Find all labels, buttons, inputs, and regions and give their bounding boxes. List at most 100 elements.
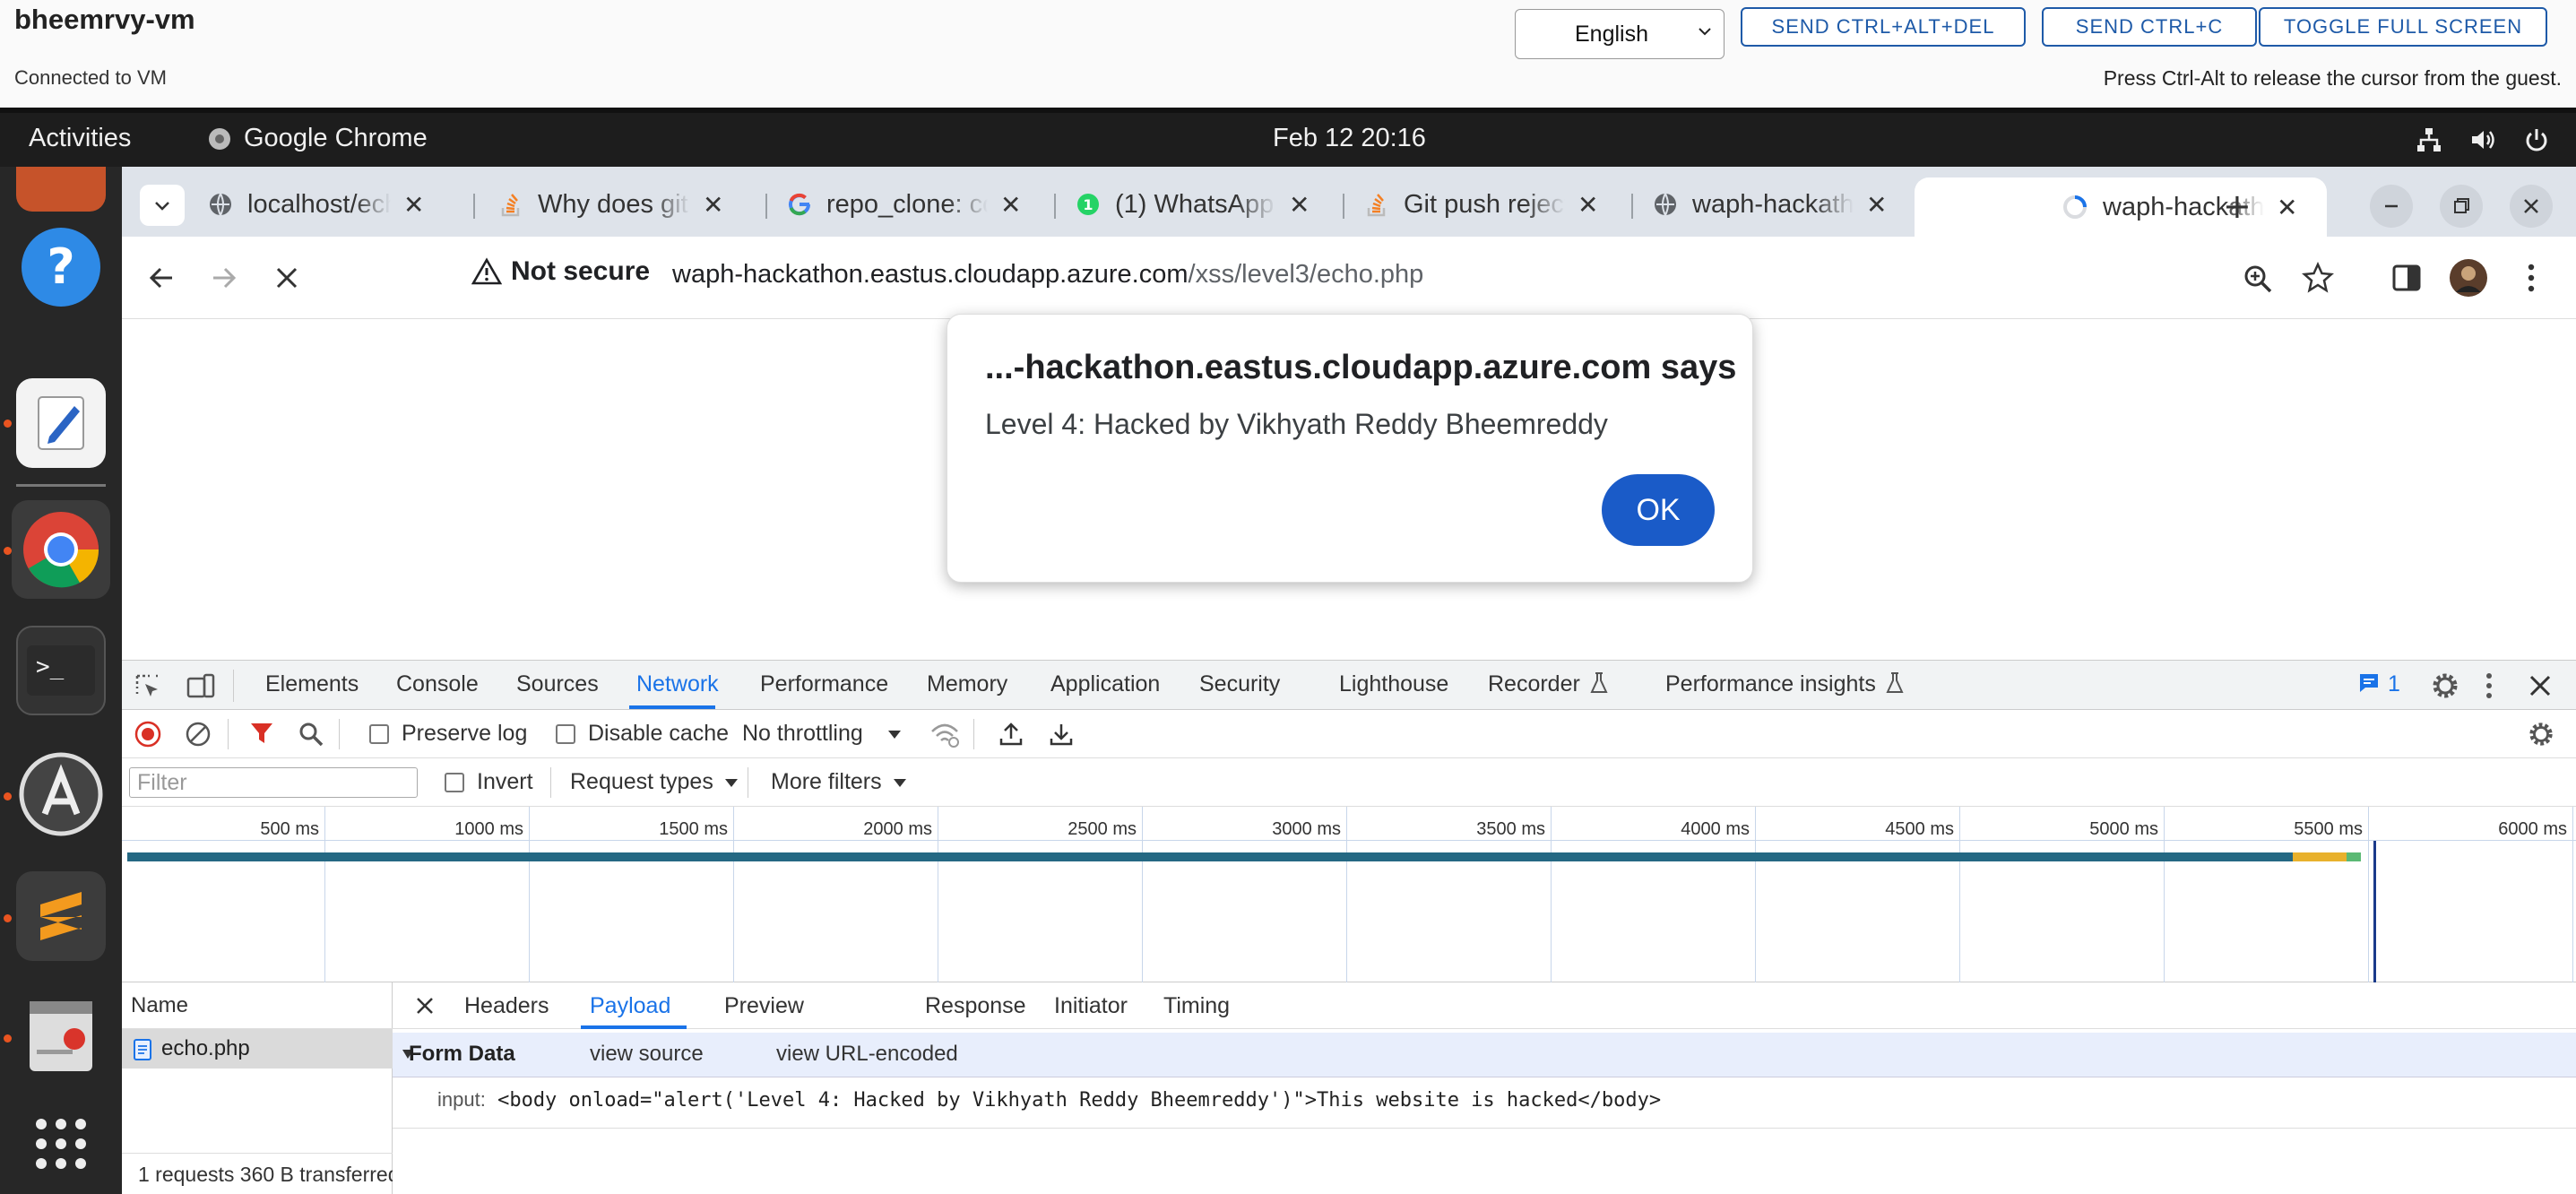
terminal-icon[interactable]: >_ [16, 626, 106, 715]
network-conditions-icon[interactable] [929, 721, 961, 748]
inspect-element-icon[interactable] [134, 673, 161, 700]
minimize-button[interactable] [2370, 185, 2413, 228]
network-icon[interactable] [2415, 125, 2443, 154]
tab-console[interactable]: Console [396, 671, 479, 697]
tab-network[interactable]: Network [636, 671, 719, 697]
tab-application[interactable]: Application [1050, 671, 1160, 697]
load-event-marker [2373, 841, 2376, 982]
tab-performance[interactable]: Performance [760, 671, 888, 697]
tab-whatsapp[interactable]: 1 (1) WhatsApp ✕ [1076, 177, 1310, 231]
close-icon[interactable]: ✕ [1866, 190, 1887, 220]
tab-repo-clone[interactable]: repo_clone: could ✕ [787, 177, 1021, 231]
preserve-log-checkbox[interactable] [369, 724, 389, 744]
system-tray[interactable] [2415, 125, 2551, 154]
tab-lighthouse[interactable]: Lighthouse [1339, 671, 1448, 697]
url-text[interactable]: waph-hackathon.eastus.cloudapp.azure.com… [672, 260, 1423, 290]
send-ctrl-alt-del-button[interactable]: SEND CTRL+ALT+DEL [1741, 7, 2026, 47]
close-icon[interactable]: ✕ [703, 190, 723, 220]
tab-sources[interactable]: Sources [516, 671, 599, 697]
close-icon[interactable]: ✕ [1000, 190, 1021, 220]
filter-icon[interactable] [249, 721, 274, 746]
close-icon[interactable]: ✕ [2277, 193, 2297, 222]
tab-preview[interactable]: Preview [724, 993, 804, 1019]
security-chip[interactable]: Not secure [471, 256, 650, 287]
avatar[interactable] [2449, 258, 2488, 298]
close-icon[interactable]: ✕ [1578, 190, 1598, 220]
close-icon[interactable]: ✕ [403, 190, 424, 220]
bookmark-star-icon[interactable] [2302, 262, 2334, 294]
zoom-icon[interactable] [2243, 264, 2273, 294]
app-center-icon[interactable] [16, 749, 106, 839]
close-window-button[interactable] [2510, 185, 2553, 228]
request-types-dropdown[interactable]: Request types [570, 769, 739, 795]
close-details-icon[interactable] [414, 995, 436, 1017]
clear-icon[interactable] [185, 721, 212, 748]
view-url-encoded-link[interactable]: view URL-encoded [776, 1042, 958, 1067]
tab-divider [473, 194, 475, 219]
side-panel-icon[interactable] [2391, 264, 2422, 292]
tab-performance-insights[interactable]: Performance insights [1665, 671, 1905, 697]
tab-initiator[interactable]: Initiator [1054, 993, 1128, 1019]
invert-checkbox[interactable] [445, 773, 464, 792]
throttling-select[interactable]: No throttling [742, 721, 903, 747]
name-column-header[interactable]: Name [122, 982, 393, 1029]
kebab-menu-icon[interactable] [2524, 262, 2538, 294]
tab-response[interactable]: Response [925, 993, 1026, 1019]
send-ctrl-c-button[interactable]: SEND CTRL+C [2042, 7, 2257, 47]
close-devtools-icon[interactable] [2528, 673, 2553, 698]
forward-icon[interactable] [208, 262, 240, 294]
tab-timing[interactable]: Timing [1163, 993, 1230, 1019]
tab-elements[interactable]: Elements [265, 671, 359, 697]
import-har-icon[interactable] [998, 721, 1024, 748]
power-icon[interactable] [2522, 125, 2551, 154]
language-select[interactable]: English [1515, 9, 1725, 59]
tab-why-does-git[interactable]: Why does git push ✕ [498, 177, 723, 231]
partial-app-icon[interactable] [16, 167, 106, 212]
chrome-icon[interactable] [12, 500, 110, 599]
tab-security[interactable]: Security [1199, 671, 1280, 697]
toolbar-divider [339, 719, 340, 749]
stop-loading-icon[interactable] [272, 264, 301, 292]
new-tab-button[interactable]: + [2223, 186, 2252, 226]
export-har-icon[interactable] [1049, 721, 1074, 748]
network-overview-timeline[interactable]: 500 ms 1000 ms 1500 ms 2000 ms 2500 ms 3… [122, 807, 2576, 982]
clock[interactable]: Feb 12 20:16 [1273, 124, 1426, 153]
request-row[interactable]: echo.php [122, 1029, 393, 1069]
ok-button[interactable]: OK [1602, 474, 1715, 546]
restore-button[interactable] [2440, 185, 2483, 228]
more-filters-dropdown[interactable]: More filters [771, 769, 907, 795]
tab-payload[interactable]: Payload [590, 993, 670, 1019]
activities-button[interactable]: Activities [29, 124, 131, 153]
tab-recorder[interactable]: Recorder [1488, 671, 1609, 697]
form-data-section-header[interactable]: Form Data view source view URL-encoded [393, 1033, 2576, 1077]
tab-waph-hackathon[interactable]: waph-hackathon ✕ [1653, 177, 1887, 231]
sublime-text-icon[interactable] [16, 871, 106, 961]
text-editor-icon[interactable] [16, 378, 106, 468]
volume-icon[interactable] [2468, 125, 2497, 154]
search-icon[interactable] [298, 721, 324, 748]
tab-memory[interactable]: Memory [927, 671, 1007, 697]
tab-headers[interactable]: Headers [464, 993, 549, 1019]
toggle-fullscreen-button[interactable]: TOGGLE FULL SCREEN [2259, 7, 2547, 47]
running-indicator [4, 547, 12, 555]
network-settings-gear-icon[interactable] [2528, 721, 2554, 748]
tab-git-push-rejected[interactable]: Git push rejected ✕ [1364, 177, 1598, 231]
view-source-link[interactable]: view source [590, 1042, 704, 1067]
app-grid-icon[interactable] [16, 1099, 106, 1189]
issues-badge[interactable]: 1 [2357, 671, 2400, 697]
tab-waph-hackathon-active[interactable]: waph-hackathon ✕ [1915, 177, 2327, 237]
close-icon[interactable]: ✕ [1289, 190, 1310, 220]
tick-label: 2000 ms [863, 819, 932, 839]
settings-gear-icon[interactable] [2431, 671, 2459, 700]
help-icon[interactable]: ? [16, 222, 106, 312]
device-toolbar-icon[interactable] [186, 673, 215, 700]
record-icon[interactable] [134, 721, 161, 748]
kebab-menu-icon[interactable] [2483, 671, 2495, 700]
back-icon[interactable] [145, 262, 177, 294]
tab-search-button[interactable] [140, 185, 185, 226]
disable-cache-checkbox[interactable] [556, 724, 575, 744]
filter-input[interactable]: Filter [129, 767, 418, 798]
app-menu[interactable]: Google Chrome [206, 124, 428, 153]
tab-localhost-echo[interactable]: localhost/echo.php ✕ [208, 177, 424, 231]
document-viewer-icon[interactable] [16, 991, 106, 1081]
